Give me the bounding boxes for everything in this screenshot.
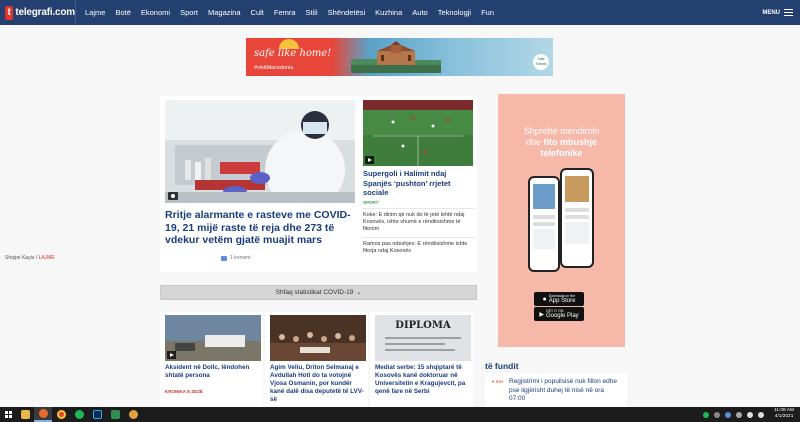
nav-item-kuzhina[interactable]: Kuzhina bbox=[370, 0, 407, 25]
ad-line-3: telefonike bbox=[540, 148, 583, 158]
chevron-down-icon: ⌄ bbox=[356, 290, 362, 296]
wifi-icon[interactable] bbox=[747, 411, 753, 418]
safe-travels-badge: Safe Travels bbox=[533, 54, 549, 70]
ad-headline: safe like home! bbox=[254, 48, 332, 59]
nav-item-sh-ndet-si[interactable]: Shëndetësi bbox=[323, 0, 371, 25]
tray-icon[interactable] bbox=[714, 411, 720, 418]
app-icon[interactable] bbox=[124, 407, 142, 422]
stats-label: Shfaq statistikat COVID-19 bbox=[275, 289, 354, 296]
spotify-icon[interactable] bbox=[70, 407, 88, 422]
menu-button[interactable]: MENU bbox=[762, 0, 793, 25]
side-story-title[interactable]: Supergoli i Halimit ndaj Spanjës ‘pushto… bbox=[363, 169, 477, 198]
chrome-icon[interactable] bbox=[52, 407, 70, 422]
story-photo: DIPLOMA bbox=[375, 315, 471, 361]
apple-icon: ● bbox=[542, 295, 547, 303]
tray-icon[interactable] bbox=[725, 411, 731, 418]
nav-item-magazina[interactable]: Magazina bbox=[203, 0, 246, 25]
accident-scene bbox=[165, 315, 261, 361]
nav-menu: Lajme Botë Ekonomi Sport Magazina Cult Femra St… bbox=[75, 0, 499, 25]
side-story-category[interactable]: SPORT bbox=[363, 200, 379, 205]
comment-icon bbox=[221, 255, 227, 261]
clock-date: 4/1/2021 bbox=[774, 414, 794, 419]
nav-item-femra[interactable]: Femra bbox=[269, 0, 301, 25]
system-clock[interactable]: 11:08 AM 4/1/2021 bbox=[774, 408, 794, 420]
nav-item-sport[interactable]: Sport bbox=[175, 0, 203, 25]
system-tray bbox=[703, 407, 764, 422]
latest-item-link[interactable]: Regjistrimi i popullsisë nuk fillon edhe… bbox=[509, 378, 621, 404]
church-illustration bbox=[351, 41, 441, 73]
volume-icon[interactable] bbox=[758, 411, 764, 418]
nav-item-stili[interactable]: Stili bbox=[301, 0, 323, 25]
firefox-icon[interactable] bbox=[34, 407, 52, 422]
spreadsheet-icon[interactable] bbox=[106, 407, 124, 422]
story-card[interactable]: Agim Veliu, Driton Selmanaj e Avdullah H… bbox=[265, 312, 368, 407]
tray-icon[interactable] bbox=[736, 411, 742, 418]
google-play-icon: ▶ bbox=[539, 311, 544, 318]
story-title: Agim Veliu, Driton Selmanaj e Avdullah H… bbox=[270, 364, 364, 403]
nav-item-bot-[interactable]: Botë bbox=[110, 0, 135, 25]
top-banner-ad[interactable]: safe like home! #visitMacedonia Safe Tra… bbox=[246, 38, 553, 76]
play-icon bbox=[167, 351, 176, 359]
top-navigation: t telegrafi.com Lajme Botë Ekonomi Sport Mag… bbox=[0, 0, 800, 25]
story-title: Aksident në Dollc, lëndohen shtatë perso… bbox=[165, 364, 250, 379]
menu-label: MENU bbox=[762, 9, 780, 16]
story-card[interactable]: Aksident në Dollc, lëndohen shtatë perso… bbox=[160, 312, 263, 407]
google-play-button[interactable]: ▶ GET IT ON Google Play bbox=[534, 307, 584, 321]
windows-taskbar: 11:08 AM 4/1/2021 bbox=[0, 407, 800, 422]
related-link[interactable]: Ramos pas ndeshjes: E rëndësishme ishte … bbox=[363, 237, 475, 255]
story-photo bbox=[165, 315, 261, 361]
related-link[interactable]: Koke: E dinim që nuk do të jetë lehtë nd… bbox=[363, 208, 475, 233]
latest-list: 6 min Regjistrimi i popullsisë nuk fillo… bbox=[485, 373, 627, 407]
start-button[interactable] bbox=[0, 407, 16, 422]
app-store-button[interactable]: ● Download on the App Store bbox=[534, 292, 584, 306]
main-story-title[interactable]: Rritje alarmante e rasteve me COVID-19, … bbox=[165, 209, 359, 247]
diploma-text: DIPLOMA bbox=[395, 320, 451, 331]
site-logo[interactable]: t telegrafi.com bbox=[0, 0, 75, 25]
covid-stats-toggle[interactable]: Shfaq statistikat COVID-19 ⌄ bbox=[160, 285, 477, 300]
ad-hashtag: #visitMacedonia bbox=[254, 65, 294, 71]
ad-line-2: dhe fito mbushje bbox=[525, 137, 598, 147]
nav-item-ekonomi[interactable]: Ekonomi bbox=[136, 0, 175, 25]
latest-heading: të fundit bbox=[485, 361, 519, 371]
windows-logo-icon bbox=[4, 411, 12, 418]
camera-icon bbox=[168, 192, 178, 200]
right-sidebar-ad[interactable]: Shprehe mendimin dhe fito mbushje telefo… bbox=[498, 94, 625, 347]
main-story-photo[interactable] bbox=[165, 100, 355, 203]
phone-illustration bbox=[560, 168, 594, 268]
file-explorer-icon[interactable] bbox=[16, 407, 34, 422]
main-story-byline: Shqipe Kaçiu / LAJME bbox=[5, 255, 55, 261]
story-photo bbox=[270, 315, 366, 361]
assembly-scene bbox=[270, 315, 366, 361]
story-title: Mediat serbe: 15 shqiptarë të Kosovës ka… bbox=[375, 364, 466, 395]
nav-item-teknologji[interactable]: Teknologji bbox=[433, 0, 476, 25]
nav-item-auto[interactable]: Auto bbox=[407, 0, 432, 25]
photoshop-icon[interactable] bbox=[88, 407, 106, 422]
comments-link[interactable]: 1 koment bbox=[221, 255, 251, 261]
tray-icon[interactable] bbox=[703, 411, 709, 418]
play-icon bbox=[365, 156, 374, 164]
category-label[interactable]: LAJME bbox=[39, 255, 55, 261]
author-name[interactable]: Shqipe Kaçiu bbox=[5, 255, 34, 261]
ad-line-1: Shprehe mendimin bbox=[523, 126, 600, 136]
side-story-photo[interactable] bbox=[363, 100, 473, 166]
latest-time: 6 min bbox=[492, 379, 504, 384]
nav-item-fun[interactable]: Fun bbox=[476, 0, 499, 25]
football-pitch bbox=[363, 100, 473, 166]
nav-item-cult[interactable]: Cult bbox=[246, 0, 269, 25]
comments-count: 1 koment bbox=[230, 255, 251, 261]
hamburger-icon bbox=[784, 9, 793, 16]
story-card[interactable]: DIPLOMA Mediat serbe: 15 shqiptarë të Ko… bbox=[370, 312, 473, 407]
phone-illustration bbox=[528, 176, 560, 272]
nav-item-lajme[interactable]: Lajme bbox=[80, 0, 110, 25]
lab-scene bbox=[165, 100, 355, 203]
logo-text: telegrafi.com bbox=[15, 7, 75, 18]
logo-mark-icon: t bbox=[5, 5, 14, 20]
story-category: KRONIKA E ZEZË bbox=[165, 389, 203, 394]
